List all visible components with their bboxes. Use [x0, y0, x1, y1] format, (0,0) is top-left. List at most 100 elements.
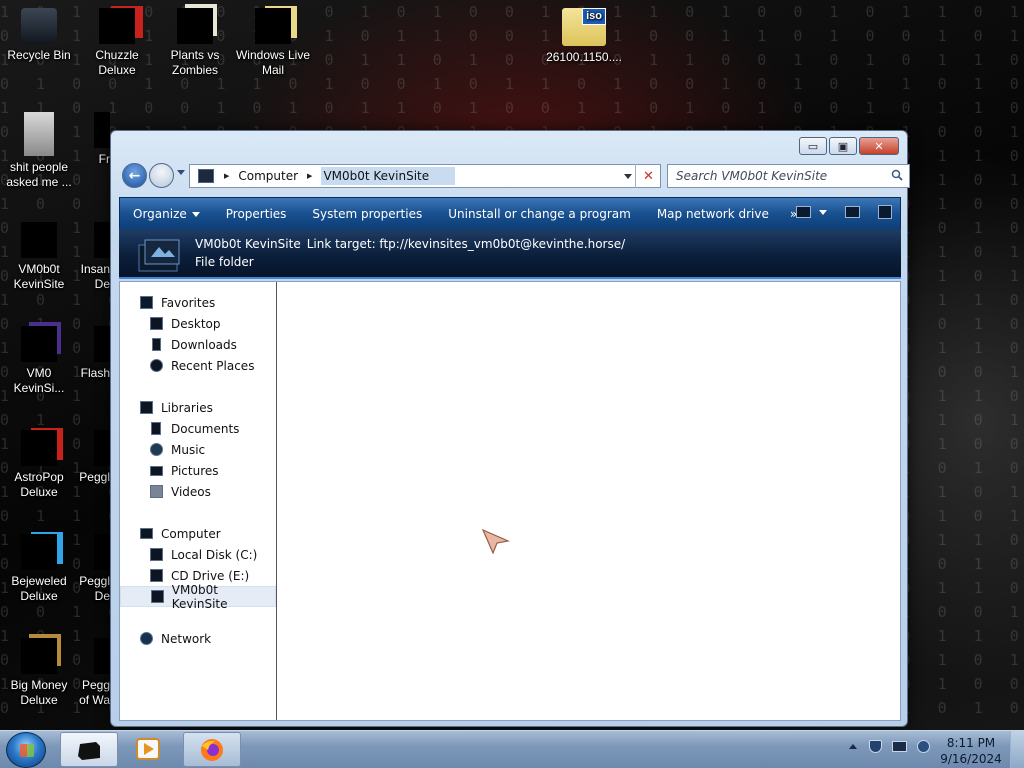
desktop-icon-astropop-deluxe[interactable]: AstroPop Deluxe [0, 430, 78, 500]
big-money-icon [21, 638, 57, 674]
recent-pages-dropdown[interactable] [177, 170, 185, 175]
nav-vm0b0t-kevinsite[interactable]: VM0b0t KevinSite [120, 583, 276, 611]
maximize-button[interactable]: ▣ [829, 137, 857, 155]
chevron-right-icon[interactable]: ▶ [307, 172, 312, 180]
address-bar[interactable]: ▶ Computer ▶ VM0b0t KevinSite [189, 164, 661, 188]
picture-icon [150, 465, 163, 476]
desktop-icon-label: Bejeweled Deluxe [11, 574, 67, 603]
nav-label: Videos [171, 484, 211, 499]
nav-network[interactable]: Network [140, 628, 211, 649]
start-button[interactable] [6, 732, 46, 768]
desktop-icon-vm0-kevinsi[interactable]: VM0 KevinSi... [0, 326, 78, 396]
nav-music[interactable]: Music [150, 439, 205, 460]
security-shield-icon[interactable] [869, 740, 882, 753]
desktop-icon-peggle-partial-2[interactable]: Peggl De [78, 534, 110, 604]
desktop-icon-label: 26100.1150.... [546, 50, 622, 64]
desktop-icon-iso-file[interactable]: iso 26100.1150.... [545, 8, 623, 65]
recycle-bin-icon [21, 8, 57, 44]
map-network-drive-button[interactable]: Map network drive [644, 207, 782, 221]
peggle-icon [94, 534, 110, 570]
desktop-icon-big-money-deluxe[interactable]: Big Money Deluxe [0, 638, 78, 708]
desktop-icon-label: Fr [98, 152, 110, 166]
details-header: VM0b0t KevinSite Link target: ftp://kevin… [119, 229, 901, 279]
document-icon [24, 112, 54, 156]
desktop-icon-shit-people[interactable]: shit people asked me ... [0, 112, 78, 190]
game-icon [94, 112, 110, 148]
folder-name: VM0b0t KevinSite [195, 237, 301, 251]
desktop-icon-recycle-bin[interactable]: Recycle Bin [0, 8, 78, 63]
desktop-icon-peggle-partial-1[interactable]: Peggl [78, 430, 110, 485]
view-dropdown-icon[interactable] [819, 209, 827, 215]
nav-videos[interactable]: Videos [150, 481, 211, 502]
search-icon[interactable] [891, 169, 903, 181]
uninstall-program-button[interactable]: Uninstall or change a program [435, 207, 644, 221]
address-clear-button[interactable]: ✕ [635, 164, 661, 188]
desktop-icon-label: Recycle Bin [7, 48, 71, 62]
taskbar-media-player-button[interactable] [127, 732, 169, 767]
system-properties-button[interactable]: System properties [299, 207, 435, 221]
desktop-icon-chuzzle-deluxe[interactable]: Chuzzle Deluxe [78, 8, 156, 78]
explorer-window[interactable]: ▭ ▣ ✕ ← ▶ Computer ▶ VM0b0t KevinSite ✕ … [110, 130, 910, 727]
system-clock[interactable]: 8:11 PM 9/16/2024 [938, 735, 1004, 767]
breadcrumb-computer[interactable]: Computer [238, 169, 298, 183]
nav-local-disk[interactable]: Local Disk (C:) [150, 544, 257, 565]
navigation-bar: ← ▶ Computer ▶ VM0b0t KevinSite ✕ Search… [119, 161, 910, 191]
music-icon [150, 443, 163, 456]
nav-libraries[interactable]: Libraries [140, 397, 213, 418]
desktop-icon-label: VM0b0t KevinSite [13, 262, 65, 291]
help-icon[interactable] [878, 205, 892, 219]
desktop-icon-peggle-of-war-partial[interactable]: Pegg of Wa [78, 638, 110, 708]
nav-label: Desktop [171, 316, 221, 331]
network-folder-icon [151, 590, 164, 603]
cd-drive-icon [150, 569, 163, 582]
taskbar-firefox-button[interactable] [183, 732, 241, 767]
navigation-pane: Favorites Desktop Downloads Recent Place… [120, 282, 277, 720]
nav-desktop[interactable]: Desktop [150, 313, 221, 334]
peggle-icon [94, 430, 110, 466]
minimize-button[interactable]: ▭ [799, 137, 827, 155]
arrow-left-icon: ← [128, 167, 141, 184]
display-monitor-icon[interactable] [892, 741, 907, 752]
firefox-icon [201, 739, 223, 761]
star-icon [140, 296, 153, 309]
nav-computer[interactable]: Computer [140, 523, 221, 544]
download-icon [152, 338, 161, 351]
nav-label: Downloads [171, 337, 237, 352]
desktop-icon-insan-partial[interactable]: Insan De [78, 222, 110, 292]
desktop-icon-windows-live-mail[interactable]: Windows Live Mail [234, 8, 312, 78]
breadcrumb-current[interactable]: VM0b0t KevinSite [321, 167, 456, 185]
close-button[interactable]: ✕ [859, 137, 899, 155]
search-input[interactable]: Search VM0b0t KevinSite [667, 164, 910, 188]
back-button[interactable]: ← [122, 163, 147, 188]
desktop-icon-label: Peggl [79, 470, 110, 484]
desktop-icon-plants-vs-zombies[interactable]: Plants vs Zombies [156, 8, 234, 78]
nav-recent-places[interactable]: Recent Places [150, 355, 254, 376]
nav-documents[interactable]: Documents [150, 418, 239, 439]
nav-pictures[interactable]: Pictures [150, 460, 219, 481]
command-bar: Organize Properties System properties Un… [119, 197, 901, 230]
computer-icon [140, 528, 153, 539]
nav-downloads[interactable]: Downloads [150, 334, 237, 355]
change-view-icon[interactable] [796, 206, 811, 218]
taskbar-explorer-button[interactable] [60, 732, 118, 767]
peggle-icon [94, 638, 110, 674]
organize-menu[interactable]: Organize [120, 207, 213, 221]
mouse-pointer-icon [482, 529, 511, 555]
desktop-icon-flash-partial[interactable]: Flash [78, 326, 110, 381]
volume-icon[interactable] [917, 740, 930, 753]
chevron-right-icon[interactable]: ▶ [224, 172, 229, 180]
desktop-icon-label: Plants vs Zombies [170, 48, 220, 77]
video-icon [150, 485, 163, 498]
view-controls [784, 205, 892, 219]
desktop-icon-vm0b0t-kevinsite[interactable]: VM0b0t KevinSite [0, 222, 78, 292]
forward-button[interactable] [149, 163, 174, 188]
preview-pane-icon[interactable] [845, 206, 860, 218]
desktop-icon-fr-partial[interactable]: Fr [78, 112, 110, 167]
desktop-icon-bejeweled-deluxe[interactable]: Bejeweled Deluxe [0, 534, 78, 604]
show-desktop-button[interactable] [1010, 731, 1024, 768]
show-hidden-icons-button[interactable] [849, 744, 857, 749]
properties-button[interactable]: Properties [213, 207, 300, 221]
nav-favorites[interactable]: Favorites [140, 292, 215, 313]
address-dropdown-icon[interactable] [624, 174, 632, 179]
nav-label: Recent Places [171, 358, 255, 373]
